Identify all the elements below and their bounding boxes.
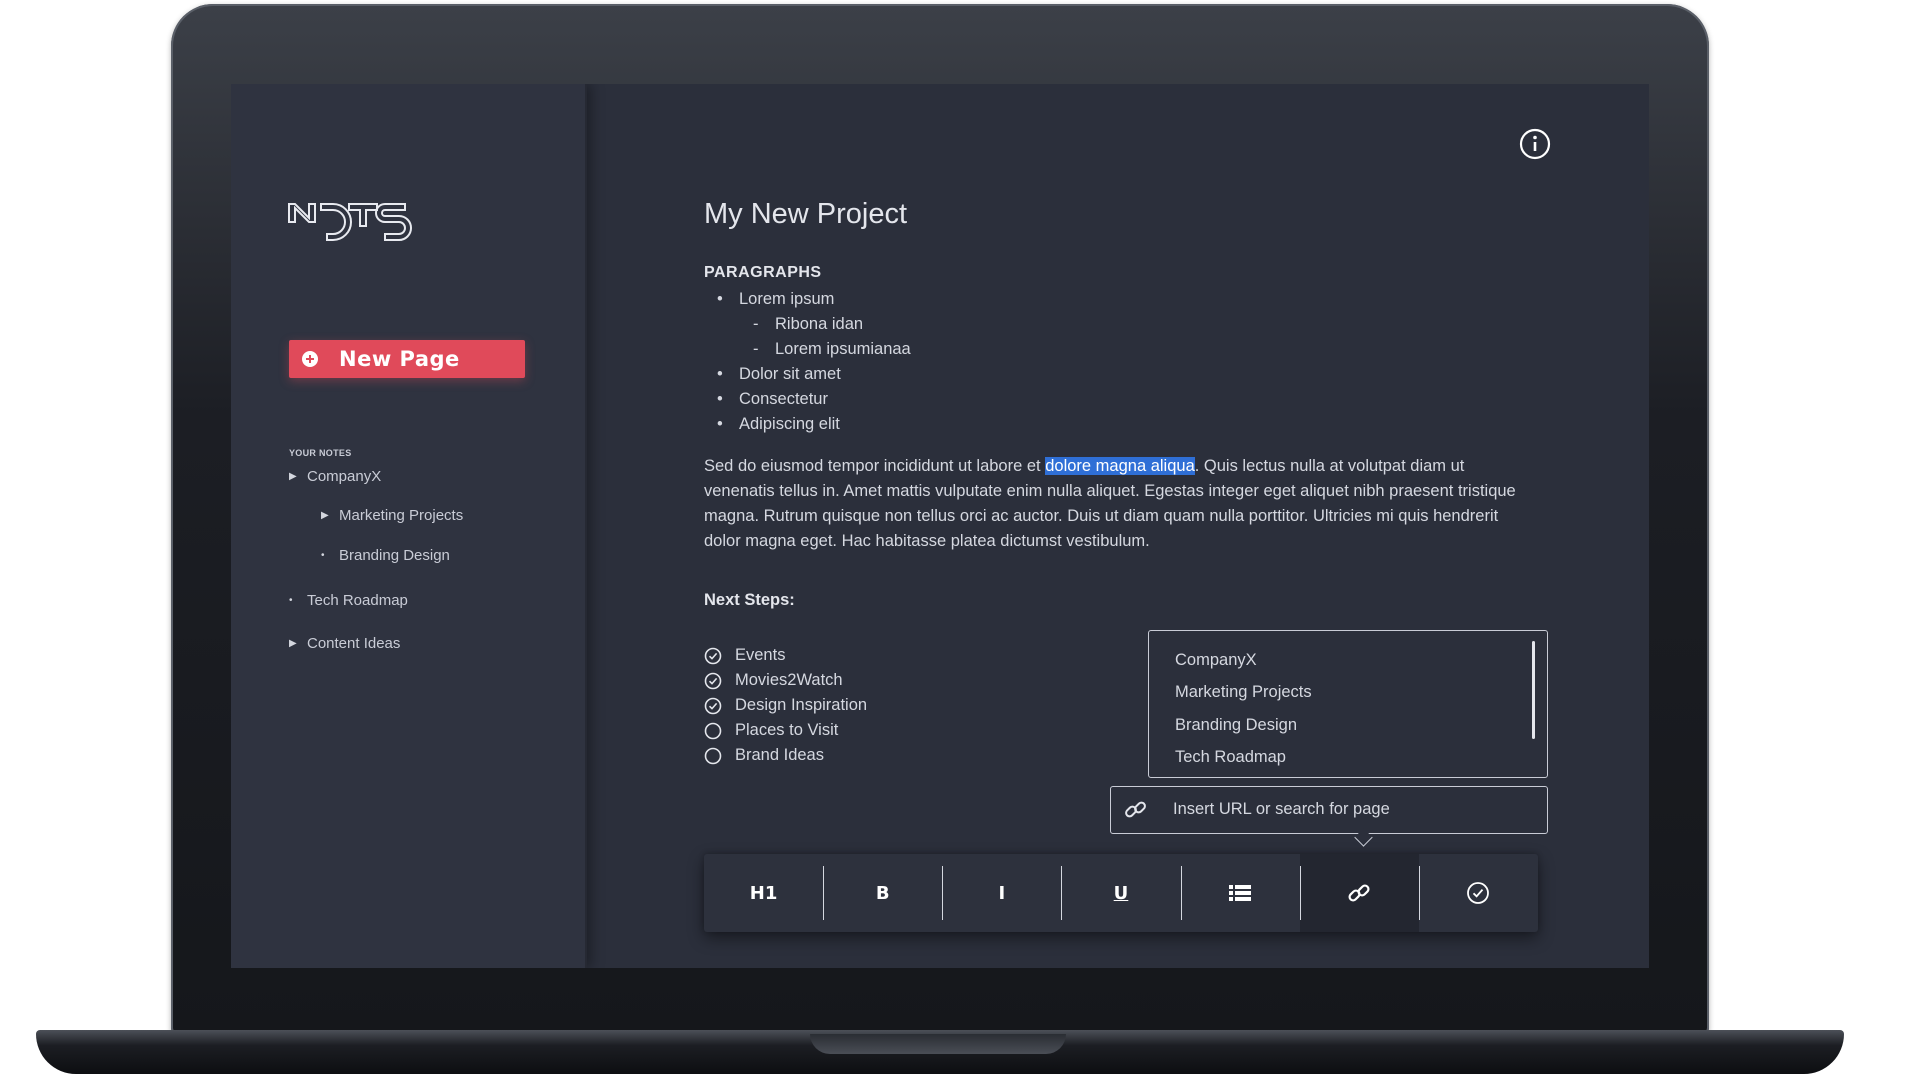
tree-item-companyx[interactable]: ▶ CompanyX: [289, 468, 381, 485]
checklist-label: Events: [735, 646, 786, 664]
laptop-notch: [810, 1034, 1066, 1054]
heading-label: H1: [749, 882, 778, 904]
tree-item-branding-design[interactable]: • Branding Design: [321, 547, 450, 564]
unchecked-circle-icon[interactable]: [704, 722, 722, 740]
link-input-box: [1110, 786, 1548, 834]
expand-arrow-icon: ▶: [289, 638, 297, 649]
expand-arrow-icon: ▶: [321, 510, 329, 521]
bullet-marker: •: [717, 365, 723, 383]
checklist-label: Movies2Watch: [735, 671, 843, 689]
bullet-marker: •: [717, 390, 723, 408]
checklist-item-design-inspiration[interactable]: Design Inspiration: [704, 696, 867, 715]
checked-circle-icon[interactable]: [704, 697, 722, 715]
bullet-marker: •: [717, 290, 723, 308]
tree-item-marketing-projects[interactable]: ▶ Marketing Projects: [321, 507, 463, 524]
body-paragraph[interactable]: Sed do eiusmod tempor incididunt ut labo…: [704, 454, 1524, 554]
bullet-icon: •: [289, 595, 293, 606]
unchecked-circle-icon[interactable]: [704, 747, 722, 765]
list-item-text: Ribona idan: [775, 315, 864, 333]
app-screen: New Page YOUR NOTES ▶ CompanyX ▶ Marketi…: [231, 84, 1649, 968]
tree-item-label: Content Ideas: [307, 635, 401, 652]
list-item[interactable]: - Lorem ipsumianaa: [753, 340, 911, 359]
checked-circle-icon[interactable]: [704, 647, 722, 665]
next-steps-heading: Next Steps:: [704, 591, 795, 609]
info-icon[interactable]: [1519, 128, 1551, 160]
list-item[interactable]: • Lorem ipsum: [717, 290, 835, 309]
list-item[interactable]: • Consectetur: [717, 390, 828, 409]
checklist-item-movies2watch[interactable]: Movies2Watch: [704, 671, 843, 690]
tree-item-label: Tech Roadmap: [307, 592, 408, 609]
underline-button[interactable]: U: [1061, 854, 1180, 932]
checklist-label: Places to Visit: [735, 721, 839, 739]
checklist-item-events[interactable]: Events: [704, 646, 785, 665]
plus-circle-icon: [302, 351, 318, 367]
checklist-label: Design Inspiration: [735, 696, 868, 714]
checklist-label: Brand Ideas: [735, 746, 824, 764]
link-icon: [1348, 884, 1370, 902]
italic-label: I: [998, 882, 1006, 904]
checked-circle-icon[interactable]: [704, 672, 722, 690]
bold-label: B: [875, 882, 890, 904]
new-page-button[interactable]: New Page: [289, 340, 525, 378]
tree-item-label: Branding Design: [339, 547, 450, 564]
link-button[interactable]: [1299, 854, 1419, 932]
list-item-text: Dolor sit amet: [739, 365, 841, 383]
list-item[interactable]: - Ribona idan: [753, 315, 864, 334]
suggestion-item[interactable]: CompanyX: [1175, 651, 1257, 670]
bullet-marker: •: [717, 415, 723, 433]
list-item-text: Lorem ipsumianaa: [775, 340, 911, 358]
italic-button[interactable]: I: [942, 854, 1061, 932]
scrollbar[interactable]: [1532, 641, 1535, 739]
list-item-text: Lorem ipsum: [739, 290, 835, 308]
list-button[interactable]: [1180, 854, 1300, 932]
tree-item-label: CompanyX: [307, 468, 382, 485]
page-title[interactable]: My New Project: [704, 198, 907, 231]
bullet-icon: •: [321, 550, 325, 561]
list-item[interactable]: • Dolor sit amet: [717, 365, 841, 384]
suggestion-item[interactable]: Branding Design: [1175, 716, 1297, 735]
tree-item-label: Marketing Projects: [339, 507, 464, 524]
underline-label: U: [1113, 882, 1129, 904]
notes-heading: YOUR NOTES: [289, 448, 352, 458]
tree-item-content-ideas[interactable]: ▶ Content Ideas: [289, 635, 400, 652]
section-heading: PARAGRAPHS: [704, 264, 822, 281]
heading-button[interactable]: H1: [704, 854, 823, 932]
link-icon: [1125, 801, 1146, 818]
expand-arrow-icon: ▶: [289, 471, 297, 482]
url-search-input[interactable]: [1173, 787, 1533, 831]
formatting-toolbar: H1 B I U: [704, 854, 1538, 932]
list-icon: [1229, 885, 1252, 901]
dash-marker: -: [753, 340, 759, 358]
suggestion-item[interactable]: Marketing Projects: [1175, 683, 1312, 702]
dash-marker: -: [753, 315, 759, 333]
task-button[interactable]: [1418, 854, 1538, 932]
sidebar: New Page YOUR NOTES ▶ CompanyX ▶ Marketi…: [231, 84, 587, 968]
app-logo: [288, 203, 412, 241]
tree-item-tech-roadmap[interactable]: • Tech Roadmap: [289, 592, 408, 609]
check-circle-icon: [1467, 882, 1490, 904]
paragraph-text: Sed do eiusmod tempor incididunt ut labo…: [704, 457, 1046, 475]
list-item-text: Adipiscing elit: [739, 415, 840, 433]
checklist-item-places-to-visit[interactable]: Places to Visit: [704, 721, 838, 740]
selected-text: dolore magna aliqua: [1045, 457, 1195, 475]
checklist-item-brand-ideas[interactable]: Brand Ideas: [704, 746, 824, 765]
suggestion-item[interactable]: Tech Roadmap: [1175, 748, 1286, 767]
bold-button[interactable]: B: [823, 854, 942, 932]
list-item[interactable]: • Adipiscing elit: [717, 415, 840, 434]
list-item-text: Consectetur: [739, 390, 828, 408]
page-suggestions-dropdown: CompanyX Marketing Projects Branding Des…: [1148, 630, 1548, 778]
new-page-label: New Page: [339, 347, 460, 371]
